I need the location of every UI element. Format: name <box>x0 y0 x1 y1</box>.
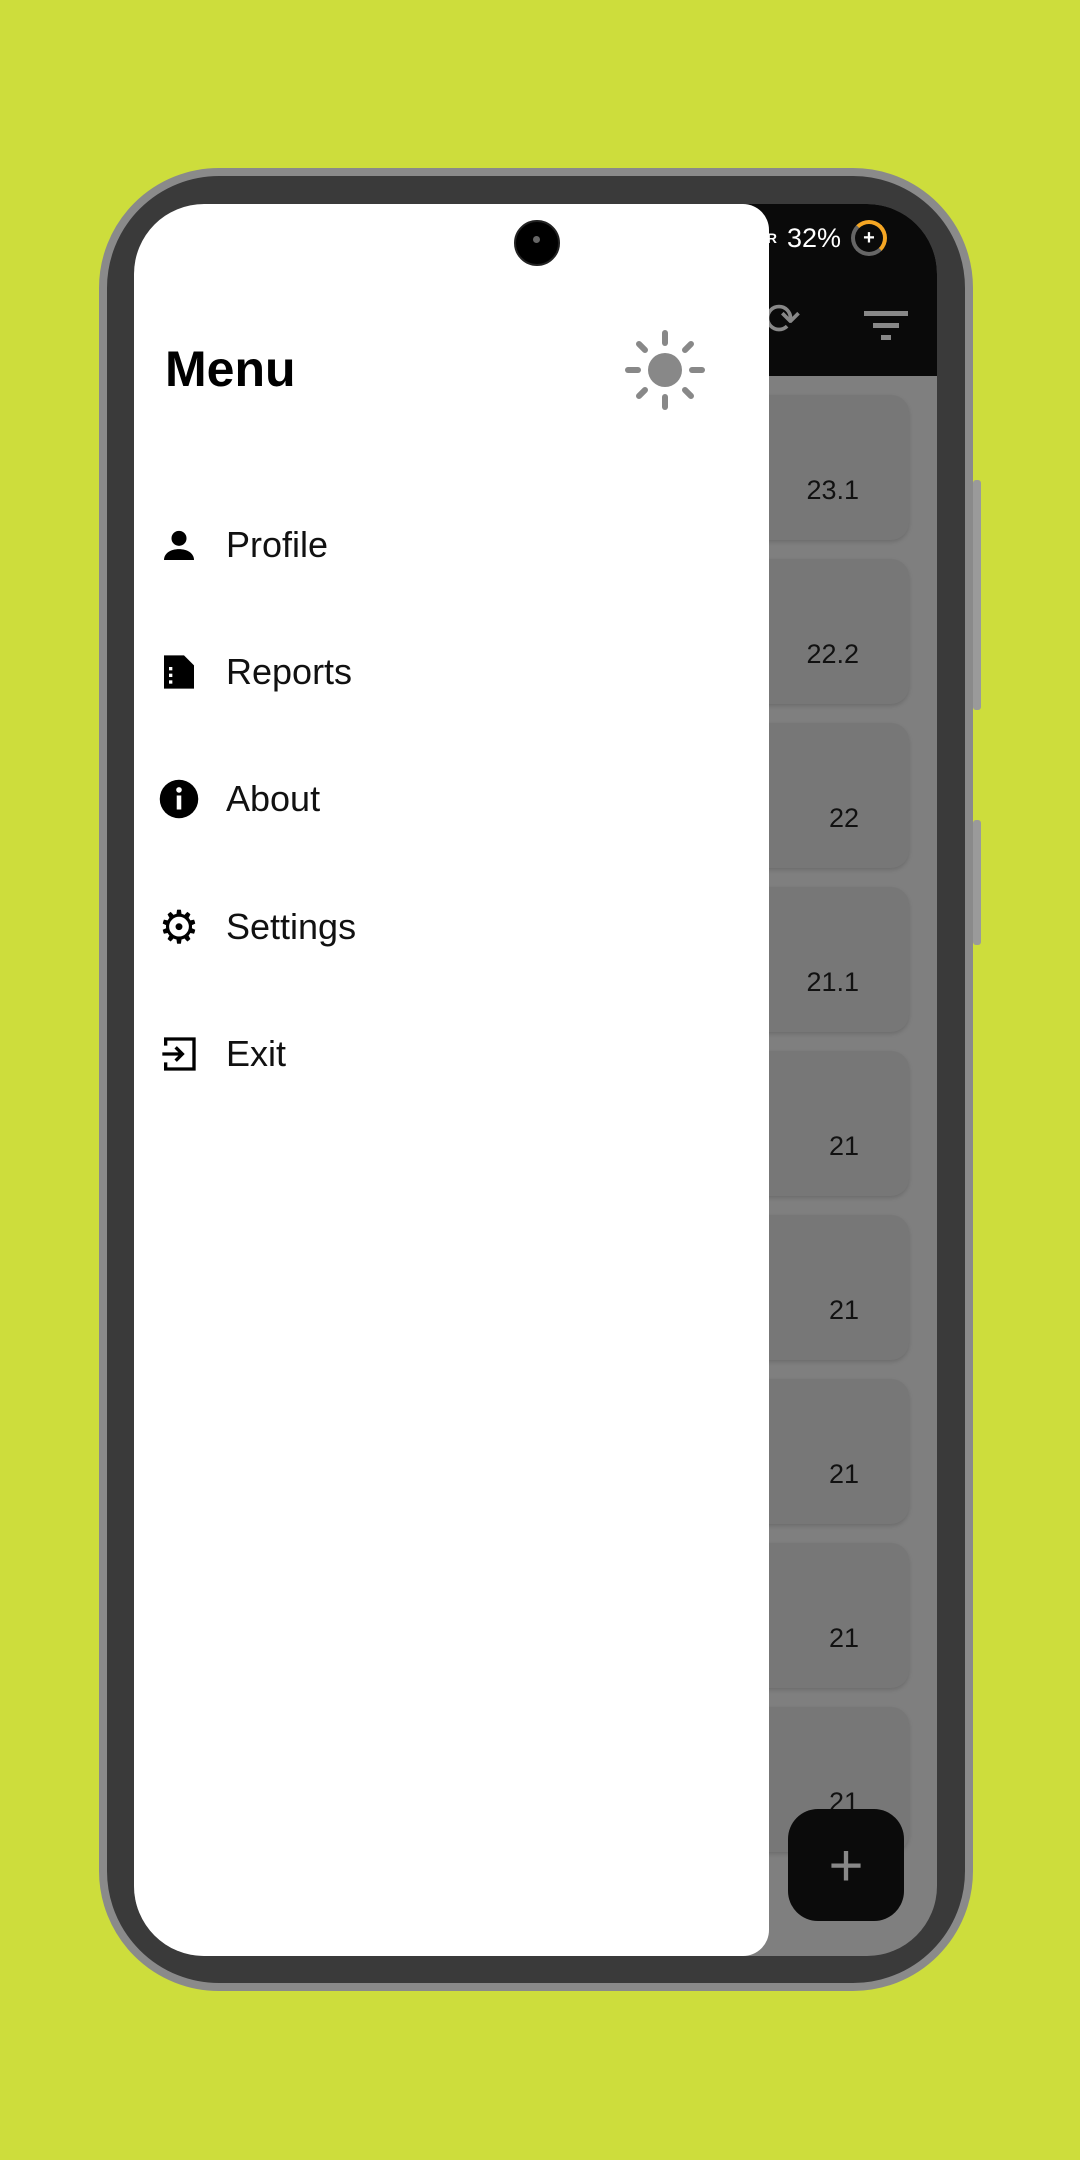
drawer-item-exit[interactable]: Exit <box>154 1009 754 1099</box>
power-button <box>973 820 981 945</box>
drawer-item-label: Settings <box>226 906 357 947</box>
card-value: 21 <box>828 1295 859 1325</box>
drawer-item-label: Profile <box>226 524 329 565</box>
info-icon <box>154 774 204 824</box>
drawer-item-reports[interactable]: Reports <box>154 627 754 717</box>
battery-percent: 32% <box>786 222 841 253</box>
card-value: 21.1 <box>806 967 859 997</box>
screen: G R 32% + ⟳ 23.122.22221.12121212121 + M… <box>134 204 937 1956</box>
status-bar: G R 32% + <box>752 220 887 256</box>
drawer-item-label: Reports <box>226 651 353 692</box>
drawer-item-label: About <box>226 778 321 819</box>
drawer-item-label: Exit <box>226 1033 287 1074</box>
card-value: 23.1 <box>806 475 859 505</box>
gear-icon: ⚙ <box>158 901 200 953</box>
battery-icon: + <box>851 220 887 256</box>
drawer-item-settings[interactable]: ⚙ Settings <box>154 882 754 972</box>
card-value: 22 <box>828 803 859 833</box>
camera-cutout <box>514 220 560 266</box>
exit-icon <box>154 1029 204 1079</box>
volume-button <box>973 480 981 710</box>
card-value: 21 <box>828 1623 859 1653</box>
drawer-item-about[interactable]: About <box>154 754 754 844</box>
person-icon <box>154 520 204 570</box>
card-value: 21 <box>828 1459 859 1489</box>
card-value: 22.2 <box>806 639 859 669</box>
add-button[interactable]: + <box>788 1809 904 1921</box>
navigation-drawer: Menu Profile Reports About ⚙ Settings Ex… <box>134 204 769 1956</box>
refresh-icon[interactable]: ⟳ <box>764 294 801 345</box>
filter-icon[interactable] <box>864 304 908 354</box>
card-value: 21 <box>828 1131 859 1161</box>
drawer-title: Menu <box>165 341 296 397</box>
report-icon <box>154 647 204 697</box>
sun-icon[interactable] <box>625 330 705 410</box>
drawer-item-profile[interactable]: Profile <box>154 500 754 590</box>
